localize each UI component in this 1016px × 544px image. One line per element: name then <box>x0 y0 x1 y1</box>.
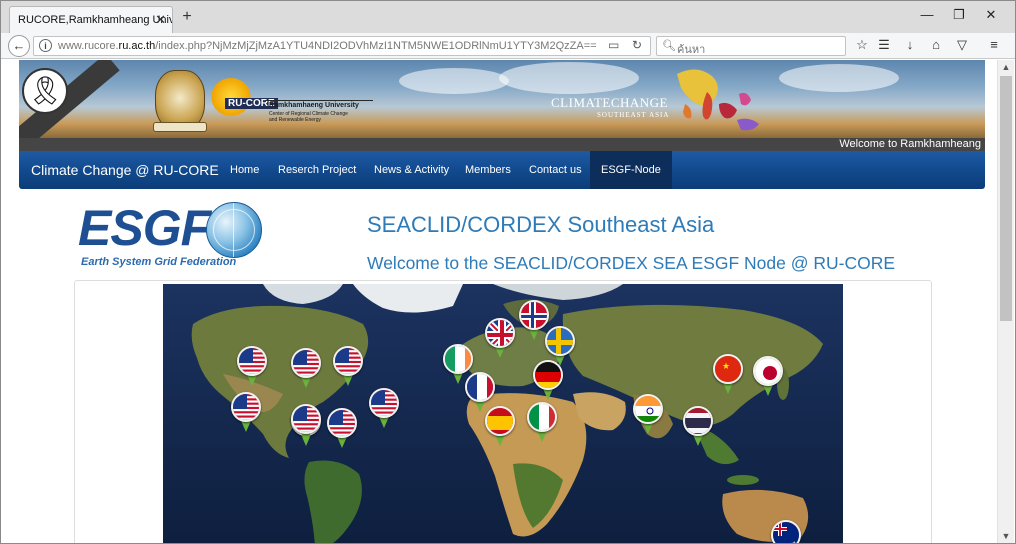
japan-flag-icon <box>753 356 783 386</box>
rucore-sun-logo <box>209 74 263 120</box>
uk-flag-icon <box>485 318 515 348</box>
menu-item-news-activity[interactable]: News & Activity <box>363 151 460 189</box>
southeast-asia-map <box>677 69 759 131</box>
flag-pin-italy[interactable] <box>527 402 557 446</box>
url-bar[interactable]: i www.rucore.ru.ac.th/index.php?NjMzMjZj… <box>33 36 651 56</box>
browser-window: RUCORE,Ramkhamheang Univer ✕ + — ❐ ✕ ← i… <box>0 0 1016 544</box>
climate-change-title: CLIMATECHANGE <box>551 95 668 110</box>
sweden-flag-icon <box>545 326 575 356</box>
banner-cloud <box>499 62 639 94</box>
esgf-logo-letters: ESGF <box>78 200 211 256</box>
restore-button[interactable]: ❐ <box>949 7 969 23</box>
flag-pin-thailand[interactable] <box>683 406 713 450</box>
usa-flag-icon <box>291 348 321 378</box>
reload-icon[interactable]: ↻ <box>632 38 642 52</box>
tab-bar: RUCORE,Ramkhamheang Univer ✕ + — ❐ ✕ <box>1 1 1015 33</box>
banner-cloud <box>779 64 899 92</box>
university-subtitle: Center of Regional Climate Change and Re… <box>269 111 348 123</box>
bookmark-star-icon[interactable]: ☆ <box>853 37 871 53</box>
search-placeholder: ค้นหา <box>677 44 706 56</box>
page-title: SEACLID/CORDEX Southeast Asia <box>367 212 715 237</box>
site-brand-link[interactable]: Climate Change @ RU-CORE <box>31 162 219 178</box>
tab-close-icon[interactable]: ✕ <box>155 12 166 28</box>
welcome-marquee: Welcome to Ramkhamheang <box>19 138 985 151</box>
flag-pin-japan[interactable] <box>753 356 783 400</box>
back-arrow-icon[interactable]: ← <box>8 35 30 57</box>
reading-list-icon[interactable]: ☰ <box>875 37 893 53</box>
usa-flag-icon <box>231 392 261 422</box>
flag-pin-usa[interactable] <box>369 388 399 432</box>
tab-title: RUCORE,Ramkhamheang Univer <box>18 14 173 26</box>
university-name: Ramkhamhaeng University <box>269 102 359 109</box>
search-bar[interactable]: 🔍︎ ค้นหา <box>656 36 846 56</box>
menu-item-esgf-node[interactable]: ESGF-Node <box>590 151 672 189</box>
world-map: ★★ <box>163 284 843 543</box>
climate-change-subtitle: SOUTHEAST ASIA <box>597 111 670 119</box>
thailand-flag-icon <box>683 406 713 436</box>
minimize-button[interactable]: — <box>917 7 937 22</box>
france-flag-icon <box>465 372 495 402</box>
home-icon[interactable]: ⌂ <box>927 37 945 52</box>
site-info-icon[interactable]: i <box>39 39 52 52</box>
china-flag-icon: ★ <box>713 354 743 384</box>
vertical-scrollbar[interactable]: ▲ ▼ <box>997 60 1014 543</box>
flag-pin-usa[interactable] <box>231 392 261 436</box>
usa-flag-icon <box>291 404 321 434</box>
site-banner: 🎗︎ RU-CORE Ramkhamhaeng University Cente… <box>19 60 985 138</box>
marquee-text: Welcome to Ramkhamheang <box>839 138 981 150</box>
menu-item-members[interactable]: Members <box>454 151 522 189</box>
ireland-flag-icon <box>443 344 473 374</box>
new-tab-button[interactable]: + <box>177 8 197 26</box>
flag-pin-usa[interactable] <box>291 348 321 392</box>
usa-flag-icon <box>237 346 267 376</box>
search-icon: 🔍︎ <box>662 40 676 52</box>
germany-flag-icon <box>533 360 563 390</box>
italy-flag-icon <box>527 402 557 432</box>
scroll-up-arrow-icon[interactable]: ▲ <box>998 60 1014 74</box>
globe-icon <box>206 202 262 258</box>
scrollbar-thumb[interactable] <box>1000 76 1012 321</box>
flag-pin-usa[interactable] <box>333 346 363 390</box>
flag-pin-china[interactable]: ★ <box>713 354 743 398</box>
flag-pin-uk[interactable] <box>485 318 515 362</box>
scroll-down-arrow-icon[interactable]: ▼ <box>998 529 1014 543</box>
url-text: www.rucore.ru.ac.th/index.php?NjMzMjZjMz… <box>58 40 597 52</box>
page-subtitle: Welcome to the SEACLID/CORDEX SEA ESGF N… <box>367 253 896 273</box>
banner-divider <box>265 100 373 101</box>
menu-item-home[interactable]: Home <box>219 151 270 189</box>
india-flag-icon <box>633 394 663 424</box>
download-icon[interactable]: ↓ <box>901 37 919 52</box>
svg-text:★: ★ <box>722 361 730 371</box>
flag-pin-germany[interactable] <box>533 360 563 404</box>
usa-flag-icon <box>369 388 399 418</box>
esgf-logo: ESGF Earth System Grid Federation <box>78 200 268 272</box>
svg-text:★: ★ <box>791 540 797 543</box>
usa-flag-icon <box>333 346 363 376</box>
main-menu-bar: Climate Change @ RU-CORE Home Reserch Pr… <box>19 151 985 189</box>
esgf-tagline: Earth System Grid Federation <box>81 256 237 268</box>
flag-pin-usa[interactable] <box>291 404 321 448</box>
flag-pin-usa[interactable] <box>327 408 357 452</box>
browser-tab[interactable]: RUCORE,Ramkhamheang Univer ✕ <box>9 6 173 33</box>
spain-flag-icon <box>485 406 515 436</box>
menu-hamburger-icon[interactable]: ≡ <box>985 37 1003 52</box>
usa-flag-icon <box>327 408 357 438</box>
page-viewport: 🎗︎ RU-CORE Ramkhamhaeng University Cente… <box>2 60 997 543</box>
flag-pin-india[interactable] <box>633 394 663 438</box>
university-seal-band <box>153 122 207 132</box>
close-window-button[interactable]: ✕ <box>981 7 1001 23</box>
flag-pin-spain[interactable] <box>485 406 515 450</box>
pocket-icon[interactable]: ▽ <box>953 37 971 53</box>
navigation-toolbar: ← i www.rucore.ru.ac.th/index.php?NjMzMj… <box>1 33 1015 59</box>
australia-flag-icon: ★ <box>771 520 801 543</box>
menu-item-contact-us[interactable]: Contact us <box>518 151 593 189</box>
reader-view-icon[interactable]: ▭ <box>608 38 619 52</box>
black-ribbon-icon: 🎗︎ <box>22 68 68 114</box>
flag-pin-usa[interactable] <box>237 346 267 390</box>
menu-item-research-project[interactable]: Reserch Project <box>267 151 367 189</box>
flag-pin-australia[interactable]: ★ <box>771 520 801 543</box>
banner-cloud <box>399 68 509 94</box>
